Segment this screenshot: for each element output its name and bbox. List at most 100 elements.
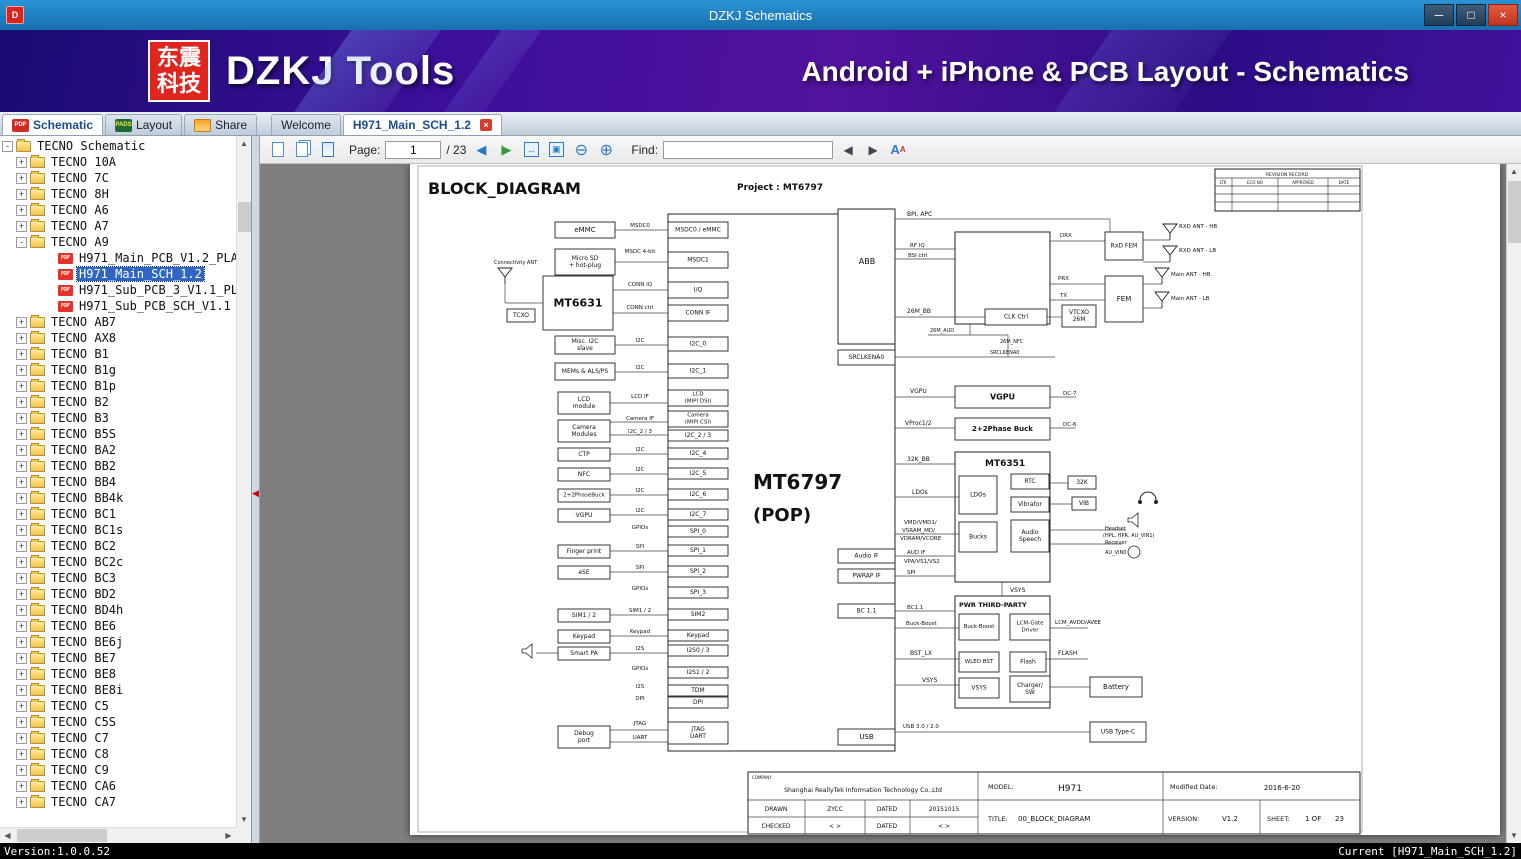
expand-toggle-icon[interactable]: +: [16, 716, 27, 728]
tree-folder-TECNO BE6[interactable]: + TECNO BE6: [0, 618, 236, 634]
tree-folder-TECNO BB4k[interactable]: + TECNO BB4k: [0, 490, 236, 506]
scroll-down-icon[interactable]: ▼: [237, 812, 251, 827]
tree-item-label[interactable]: TECNO C5: [49, 699, 111, 713]
tree-folder-TECNO C8[interactable]: + TECNO C8: [0, 746, 236, 762]
expand-toggle-icon[interactable]: +: [16, 796, 27, 808]
tree-item-label[interactable]: TECNO 10A: [49, 155, 118, 169]
facing-page-view-button[interactable]: [318, 140, 338, 160]
scroll-up-icon[interactable]: ▲: [237, 136, 251, 151]
tree-folder-TECNO BD2[interactable]: + TECNO BD2: [0, 586, 236, 602]
expand-toggle-icon[interactable]: +: [16, 748, 27, 760]
tree-folder-TECNO B1[interactable]: + TECNO B1: [0, 346, 236, 362]
scroll-up-icon[interactable]: ▲: [1507, 164, 1521, 179]
scroll-down-icon[interactable]: ▼: [1507, 828, 1521, 843]
expand-toggle-icon[interactable]: +: [16, 508, 27, 520]
expand-toggle-icon[interactable]: +: [16, 556, 27, 568]
maximize-button[interactable]: □: [1456, 4, 1486, 26]
tree-folder-TECNO CA6[interactable]: + TECNO CA6: [0, 778, 236, 794]
tree-folder-TECNO BC2c[interactable]: + TECNO BC2c: [0, 554, 236, 570]
tree-folder-TECNO B1g[interactable]: + TECNO B1g: [0, 362, 236, 378]
collapse-toggle-icon[interactable]: -: [2, 140, 13, 152]
tree-folder-TECNO AX8[interactable]: + TECNO AX8: [0, 330, 236, 346]
expand-toggle-icon[interactable]: +: [16, 540, 27, 552]
tree-folder-TECNO C5S[interactable]: + TECNO C5S: [0, 714, 236, 730]
expand-toggle-icon[interactable]: +: [16, 220, 27, 232]
close-tab-icon[interactable]: ×: [479, 119, 492, 131]
minimize-button[interactable]: ─: [1424, 4, 1454, 26]
multi-page-view-button[interactable]: [293, 140, 313, 160]
tree-folder-TECNO 10A[interactable]: + TECNO 10A: [0, 154, 236, 170]
fit-width-button[interactable]: ↔: [521, 140, 541, 160]
expand-toggle-icon[interactable]: +: [16, 588, 27, 600]
tree-item-label[interactable]: TECNO B1: [49, 347, 111, 361]
tree-folder-TECNO 7C[interactable]: + TECNO 7C: [0, 170, 236, 186]
tree-item-label[interactable]: TECNO C8: [49, 747, 111, 761]
expand-toggle-icon[interactable]: +: [16, 428, 27, 440]
tree-folder-TECNO A6[interactable]: + TECNO A6: [0, 202, 236, 218]
expand-toggle-icon[interactable]: +: [16, 700, 27, 712]
expand-toggle-icon[interactable]: +: [16, 380, 27, 392]
expand-toggle-icon[interactable]: +: [16, 684, 27, 696]
tree-folder-TECNO C9[interactable]: + TECNO C9: [0, 762, 236, 778]
tree-folder-TECNO B3[interactable]: + TECNO B3: [0, 410, 236, 426]
tree-item-label[interactable]: TECNO BB4: [49, 475, 118, 489]
expand-toggle-icon[interactable]: +: [16, 156, 27, 168]
tree-item-label[interactable]: H971_Main_PCB_V1.2_PLACEM: [77, 251, 236, 265]
tree-folder-TECNO BB4[interactable]: + TECNO BB4: [0, 474, 236, 490]
tree-item-label[interactable]: TECNO CA7: [49, 795, 118, 809]
expand-toggle-icon[interactable]: +: [16, 620, 27, 632]
tree-item-label[interactable]: H971_Main_SCH_1.2: [76, 266, 205, 282]
tree-folder-TECNO BC2[interactable]: + TECNO BC2: [0, 538, 236, 554]
expand-toggle-icon[interactable]: +: [16, 172, 27, 184]
scroll-left-icon[interactable]: ◀: [0, 828, 15, 844]
tree-folder-TECNO 8H[interactable]: + TECNO 8H: [0, 186, 236, 202]
expand-toggle-icon[interactable]: +: [16, 364, 27, 376]
tree-item-label[interactable]: TECNO 7C: [49, 171, 111, 185]
tree-folder-TECNO BE7[interactable]: + TECNO BE7: [0, 650, 236, 666]
tree-vertical-scrollbar[interactable]: ▲ ▼: [236, 136, 251, 827]
tree-item-label[interactable]: TECNO BC2c: [49, 555, 125, 569]
ribbon-tab-layout[interactable]: PADS Layout: [105, 114, 183, 135]
expand-toggle-icon[interactable]: +: [16, 188, 27, 200]
page-number-input[interactable]: [385, 140, 442, 159]
ribbon-tab-schematic[interactable]: PDF Schematic: [2, 114, 104, 135]
tree-folder-TECNO BC3[interactable]: + TECNO BC3: [0, 570, 236, 586]
viewer-vertical-scrollbar[interactable]: ▲ ▼: [1506, 164, 1521, 843]
tree-item-label[interactable]: TECNO AX8: [49, 331, 118, 345]
expand-toggle-icon[interactable]: +: [16, 764, 27, 776]
tree-scrollbar-thumb[interactable]: [238, 202, 251, 232]
tree-item-label[interactable]: TECNO BD2: [49, 587, 118, 601]
tree-item-label[interactable]: TECNO B5S: [49, 427, 118, 441]
tree-folder-TECNO BE6j[interactable]: + TECNO BE6j: [0, 634, 236, 650]
tree-folder-TECNO B1p[interactable]: + TECNO B1p: [0, 378, 236, 394]
panel-splitter[interactable]: ◀: [252, 136, 260, 843]
expand-toggle-icon[interactable]: +: [16, 444, 27, 456]
tree-folder-TECNO BA2[interactable]: + TECNO BA2: [0, 442, 236, 458]
find-next-button[interactable]: ▶: [863, 140, 883, 160]
single-page-view-button[interactable]: [268, 140, 288, 160]
tree-item-label[interactable]: TECNO BE8i: [49, 683, 125, 697]
tree-folder-TECNO BD4h[interactable]: + TECNO BD4h: [0, 602, 236, 618]
tree-item-label[interactable]: TECNO 8H: [49, 187, 111, 201]
tree-folder-TECNO AB7[interactable]: + TECNO AB7: [0, 314, 236, 330]
expand-toggle-icon[interactable]: +: [16, 348, 27, 360]
find-input[interactable]: [663, 140, 834, 159]
expand-toggle-icon[interactable]: +: [16, 572, 27, 584]
tree-item-label[interactable]: TECNO B1p: [49, 379, 118, 393]
tree-item-label[interactable]: TECNO C5S: [49, 715, 118, 729]
tree-item-label[interactable]: TECNO BE7: [49, 651, 118, 665]
tree-item-label[interactable]: TECNO BE6: [49, 619, 118, 633]
previous-page-button[interactable]: ◀: [471, 140, 491, 160]
next-page-button[interactable]: ▶: [496, 140, 516, 160]
tree-folder-TECNO BC1[interactable]: + TECNO BC1: [0, 506, 236, 522]
tree-item-label[interactable]: TECNO B3: [49, 411, 111, 425]
expand-toggle-icon[interactable]: +: [16, 332, 27, 344]
tree-item-label[interactable]: H971_Sub_PCB_3_V1.1_PLACE: [77, 283, 236, 297]
document-tab-h971_main_sch_1.2[interactable]: H971_Main_SCH_1.2 ×: [342, 114, 502, 135]
tree-item-label[interactable]: TECNO C9: [49, 763, 111, 777]
tree-item-label[interactable]: TECNO BE6j: [49, 635, 125, 649]
expand-toggle-icon[interactable]: +: [16, 412, 27, 424]
tree-item-label[interactable]: TECNO AB7: [49, 315, 118, 329]
tree-item-label[interactable]: H971_Sub_PCB_SCH_V1.1: [77, 299, 233, 313]
scroll-right-icon[interactable]: ▶: [221, 828, 236, 844]
